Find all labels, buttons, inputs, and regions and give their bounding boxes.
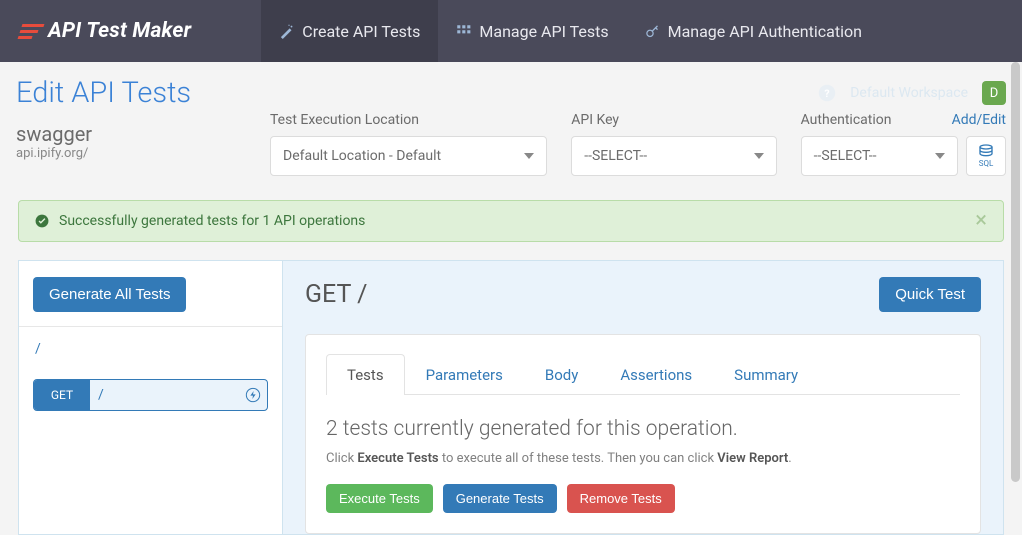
add-edit-link[interactable]: Add/Edit [952, 112, 1006, 128]
nav-manage-api-authentication[interactable]: Manage API Authentication [627, 0, 880, 62]
divider [19, 326, 282, 327]
svg-text:?: ? [825, 87, 830, 100]
workspace-badge[interactable]: D [982, 81, 1006, 105]
path-root[interactable]: / [33, 337, 268, 361]
alert-text: Successfully generated tests for 1 API o… [59, 213, 365, 229]
remove-tests-button[interactable]: Remove Tests [567, 484, 675, 513]
tab-parameters[interactable]: Parameters [405, 354, 524, 395]
method-badge: GET [34, 380, 90, 410]
operation-title: GET / [305, 280, 367, 309]
location-label: Test Execution Location [270, 112, 547, 128]
tabs: Tests Parameters Body Assertions Summary [326, 353, 960, 395]
location-value: Default Location - Default [283, 148, 441, 164]
chevron-down-icon [524, 153, 534, 159]
auth-label: Authentication [801, 112, 892, 128]
nav-create-api-tests[interactable]: Create API Tests [261, 0, 438, 62]
brand[interactable]: API Test Maker [20, 19, 191, 43]
key-icon [645, 24, 660, 39]
quick-test-button[interactable]: Quick Test [879, 277, 981, 312]
page-title: Edit API Tests [16, 76, 191, 110]
execute-tests-button[interactable]: Execute Tests [326, 484, 433, 513]
generate-tests-button[interactable]: Generate Tests [443, 484, 557, 513]
nav-label: Create API Tests [302, 22, 420, 41]
database-icon [978, 144, 994, 158]
apikey-label: API Key [571, 112, 776, 128]
topbar: API Test Maker Create API Tests Manage A… [0, 0, 1022, 62]
sql-button[interactable]: SQL [966, 136, 1006, 176]
scrollbar[interactable] [1011, 62, 1020, 482]
location-select[interactable]: Default Location - Default [270, 136, 547, 176]
operation-detail: GET / Quick Test Tests Parameters Body A… [283, 261, 1003, 534]
generate-all-tests-button[interactable]: Generate All Tests [33, 277, 186, 312]
selected-pointer-icon [267, 387, 268, 403]
workspace-label[interactable]: Default Workspace [850, 85, 968, 101]
auth-value: --SELECT-- [814, 148, 877, 164]
success-alert: Successfully generated tests for 1 API o… [18, 200, 1004, 242]
endpoints-sidebar: Generate All Tests / GET / [19, 261, 283, 534]
chevron-down-icon [754, 153, 764, 159]
endpoint-item[interactable]: GET / [33, 379, 268, 411]
generated-count: 2 tests currently generated for this ope… [326, 417, 960, 441]
tab-tests[interactable]: Tests [326, 354, 405, 395]
auth-select[interactable]: --SELECT-- [801, 136, 958, 176]
hint-text: Click Execute Tests to execute all of th… [326, 451, 960, 466]
api-host: api.ipify.org/ [16, 146, 246, 161]
close-icon[interactable]: × [975, 214, 987, 227]
api-name: swagger [16, 122, 246, 146]
apikey-value: --SELECT-- [584, 148, 647, 164]
endpoint-path: / [90, 380, 239, 410]
help-icon[interactable]: ? [818, 84, 836, 102]
nav-label: Manage API Authentication [668, 22, 862, 41]
chevron-down-icon [935, 153, 945, 159]
brand-stripes-icon [18, 24, 45, 39]
tab-summary[interactable]: Summary [713, 354, 819, 395]
nav-manage-api-tests[interactable]: Manage API Tests [438, 0, 626, 62]
sql-label: SQL [979, 159, 994, 168]
tab-body[interactable]: Body [524, 354, 599, 395]
nav-label: Manage API Tests [479, 22, 608, 41]
wand-icon [279, 24, 294, 39]
grid-icon [456, 24, 471, 39]
brand-text: API Test Maker [48, 19, 191, 43]
check-circle-icon [35, 214, 49, 228]
apikey-select[interactable]: --SELECT-- [571, 136, 776, 176]
bolt-icon[interactable] [239, 380, 267, 410]
tab-assertions[interactable]: Assertions [599, 354, 713, 395]
